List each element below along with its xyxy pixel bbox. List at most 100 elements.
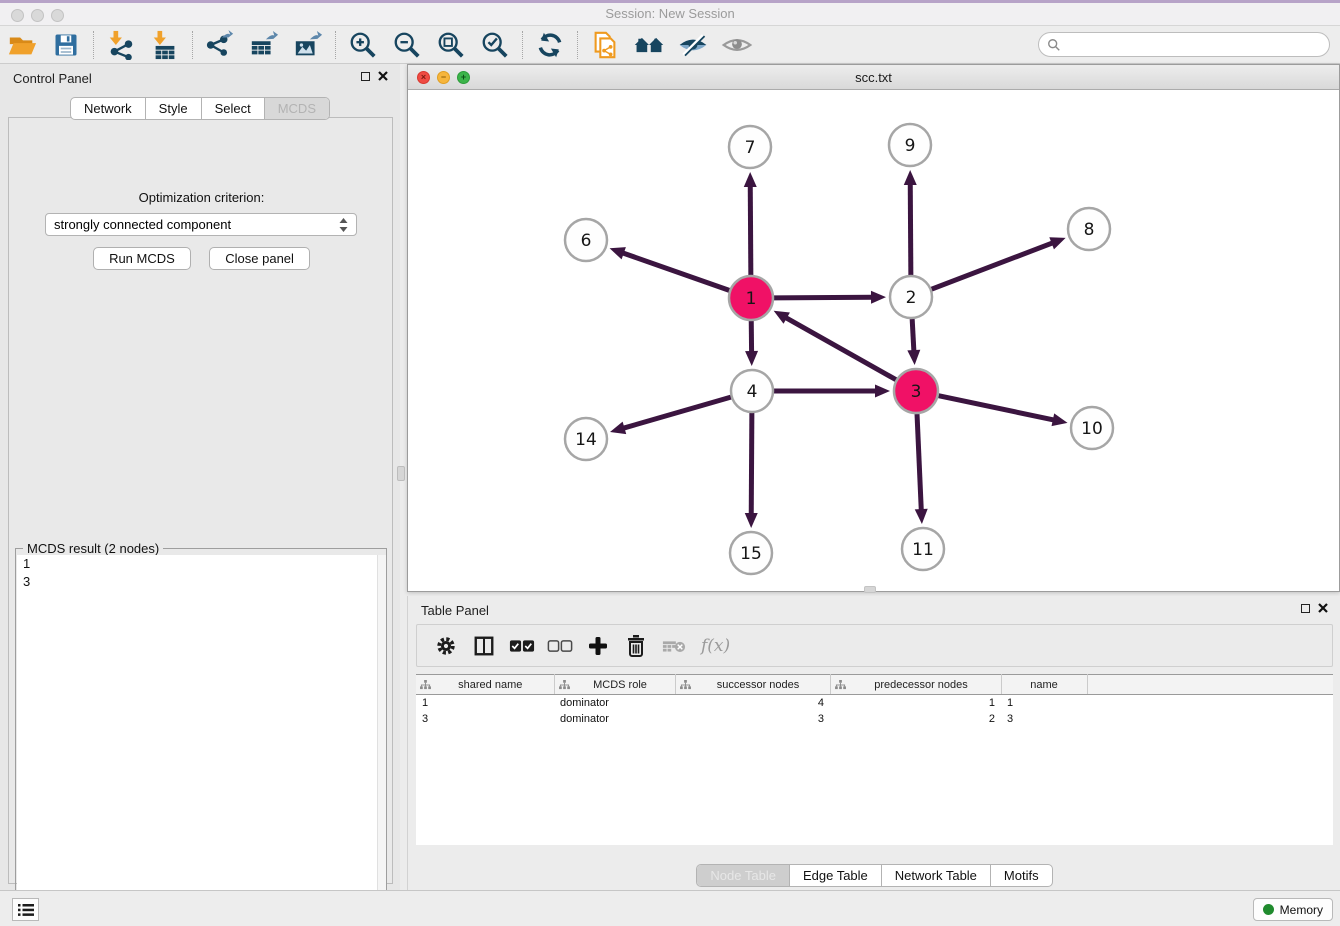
import-network-button[interactable]	[103, 29, 139, 61]
column-header[interactable]: successor nodes	[675, 675, 830, 695]
graph-edge[interactable]	[751, 413, 752, 515]
delete-table-button[interactable]	[661, 633, 687, 659]
table-cell[interactable]: dominator	[554, 695, 675, 711]
optimization-criterion-label: Optimization criterion:	[9, 190, 394, 205]
table-cell[interactable]: 2	[830, 711, 1001, 727]
tab-network[interactable]: Network	[71, 98, 145, 119]
search-icon	[1047, 38, 1061, 52]
column-header[interactable]: name	[1001, 675, 1087, 695]
toolbar-separator	[522, 31, 523, 59]
save-session-button[interactable]	[48, 29, 84, 61]
settings-gear-button[interactable]	[433, 633, 459, 659]
column-header[interactable]: shared name	[416, 675, 554, 695]
hide-selected-button[interactable]	[675, 29, 711, 61]
memory-button[interactable]: Memory	[1253, 898, 1333, 921]
table-row[interactable]: 1dominator411	[416, 695, 1333, 711]
mcds-result-list[interactable]: 13	[17, 555, 386, 926]
network-graph[interactable]: 7968124314101511	[408, 90, 1339, 591]
import-table-button[interactable]	[147, 29, 183, 61]
table-cell[interactable]: 1	[1001, 695, 1087, 711]
criterion-value: strongly connected component	[54, 217, 339, 232]
search-field[interactable]	[1038, 32, 1330, 57]
edge-arrowhead-icon	[610, 247, 626, 259]
graph-edge[interactable]	[917, 414, 921, 511]
select-all-rows-button[interactable]	[509, 633, 535, 659]
tab-node-table[interactable]: Node Table	[697, 865, 789, 886]
result-item[interactable]: 1	[17, 555, 386, 573]
float-panel-icon[interactable]	[361, 72, 370, 81]
copy-network-icon	[590, 30, 620, 60]
graph-edge[interactable]	[932, 243, 1054, 290]
zoom-out-button[interactable]	[389, 29, 425, 61]
table-cell[interactable]: 1	[830, 695, 1001, 711]
tab-style[interactable]: Style	[145, 98, 201, 119]
close-network-icon[interactable]: ×	[417, 71, 430, 84]
graph-edge[interactable]	[623, 397, 731, 428]
zoom-window-icon[interactable]	[51, 9, 64, 22]
export-table-button[interactable]	[246, 29, 282, 61]
graph-edge[interactable]	[785, 317, 896, 380]
gear-icon	[435, 635, 457, 657]
export-network-button[interactable]	[202, 29, 238, 61]
zoom-in-button[interactable]	[345, 29, 381, 61]
column-header[interactable]: predecessor nodes	[830, 675, 1001, 695]
graph-edge[interactable]	[750, 185, 751, 275]
column-view-button[interactable]	[471, 633, 497, 659]
toolbar-separator	[577, 31, 578, 59]
export-image-button[interactable]	[290, 29, 326, 61]
graph-edge[interactable]	[939, 396, 1055, 420]
network-window-titlebar[interactable]: × − + scc.txt	[408, 65, 1339, 90]
plus-icon	[588, 636, 608, 656]
search-input[interactable]	[1065, 35, 1329, 55]
graph-node-label: 4	[747, 382, 758, 402]
refresh-button[interactable]	[532, 29, 568, 61]
table-cell[interactable]: 1	[416, 695, 554, 711]
open-session-button[interactable]	[4, 29, 40, 61]
horizontal-splitter-grip[interactable]	[864, 586, 876, 593]
close-panel-icon[interactable]	[378, 71, 388, 81]
open-folder-icon	[7, 30, 37, 60]
close-table-panel-icon[interactable]	[1318, 603, 1328, 613]
graph-edge[interactable]	[910, 183, 911, 275]
table-cell[interactable]: 4	[675, 695, 830, 711]
copy-network-button[interactable]	[587, 29, 623, 61]
graph-edge[interactable]	[912, 319, 914, 352]
vertical-splitter-grip[interactable]	[397, 466, 405, 481]
table-cell[interactable]: 3	[1001, 711, 1087, 727]
node-table[interactable]: shared nameMCDS rolesuccessor nodesprede…	[416, 674, 1333, 845]
criterion-dropdown[interactable]: strongly connected component	[45, 213, 357, 236]
show-all-button[interactable]	[719, 29, 755, 61]
tab-select[interactable]: Select	[201, 98, 264, 119]
zoom-fit-button[interactable]	[433, 29, 469, 61]
eye-icon	[721, 30, 753, 60]
function-builder-button[interactable]: f(x)	[701, 636, 730, 656]
table-cell[interactable]: 3	[675, 711, 830, 727]
graph-edge[interactable]	[622, 253, 729, 291]
tab-network-table[interactable]: Network Table	[881, 865, 990, 886]
deselect-all-rows-button[interactable]	[547, 633, 573, 659]
table-cell[interactable]: dominator	[554, 711, 675, 727]
minimize-window-icon[interactable]	[31, 9, 44, 22]
column-header[interactable]: MCDS role	[554, 675, 675, 695]
result-scrollbar[interactable]	[377, 555, 386, 926]
tab-edge-table[interactable]: Edge Table	[789, 865, 881, 886]
table-row[interactable]: 3dominator323	[416, 711, 1333, 727]
tab-motifs[interactable]: Motifs	[990, 865, 1052, 886]
result-item[interactable]: 3	[17, 573, 386, 591]
tab-mcds[interactable]: MCDS	[264, 98, 329, 119]
zoom-selected-button[interactable]	[477, 29, 513, 61]
float-table-panel-icon[interactable]	[1301, 604, 1310, 613]
graph-edge[interactable]	[774, 297, 873, 298]
close-panel-button[interactable]: Close panel	[209, 247, 310, 270]
home-layout-button[interactable]	[631, 29, 667, 61]
add-column-button[interactable]	[585, 633, 611, 659]
close-window-icon[interactable]	[11, 9, 24, 22]
maximize-network-icon[interactable]: +	[457, 71, 470, 84]
table-cell[interactable]: 3	[416, 711, 554, 727]
network-graph-canvas[interactable]: 7968124314101511	[408, 90, 1339, 591]
delete-column-button[interactable]	[623, 633, 649, 659]
minimize-network-icon[interactable]: −	[437, 71, 450, 84]
zoom-out-icon	[392, 30, 422, 60]
task-history-button[interactable]	[12, 898, 39, 921]
run-mcds-button[interactable]: Run MCDS	[93, 247, 191, 270]
